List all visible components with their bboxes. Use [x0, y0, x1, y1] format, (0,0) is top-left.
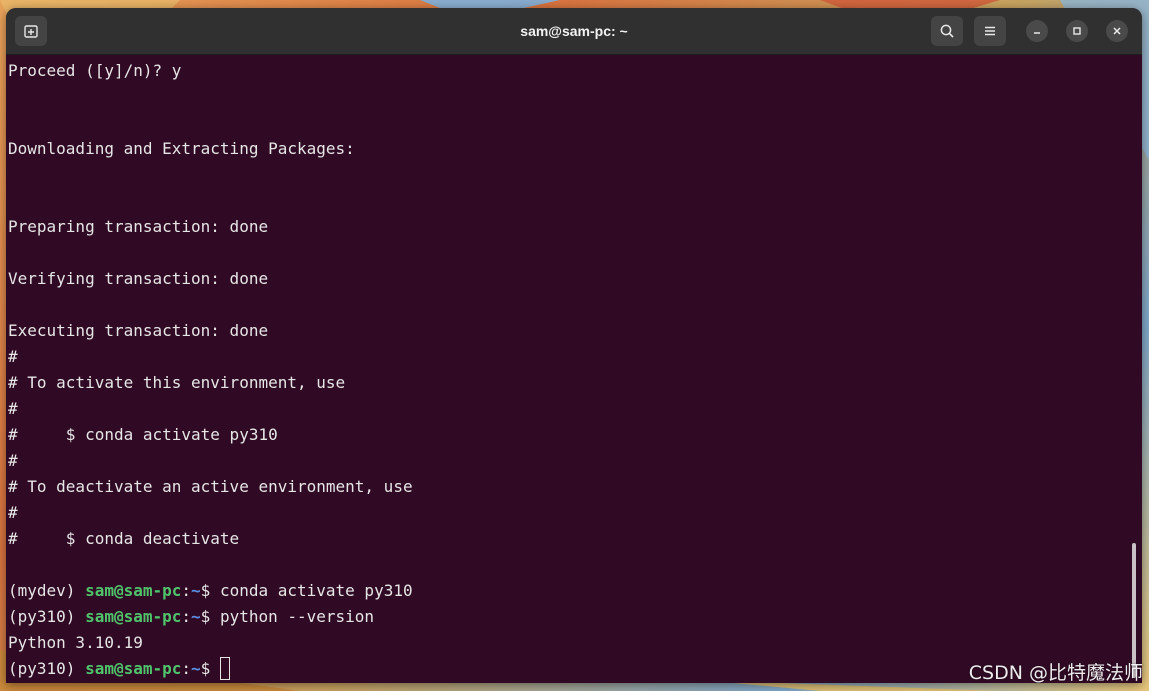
- prompt-env: (py310): [8, 607, 86, 626]
- prompt-symbol: $: [200, 659, 220, 678]
- prompt-line: (py310) sam@sam-pc:~$ python --version: [8, 604, 374, 630]
- menu-button[interactable]: [974, 16, 1006, 46]
- close-button[interactable]: [1106, 20, 1128, 42]
- prompt-symbol: $: [200, 581, 220, 600]
- window-title: sam@sam-pc: ~: [520, 23, 628, 39]
- search-icon: [940, 24, 954, 38]
- terminal-line: Preparing transaction: done: [8, 217, 269, 236]
- prompt-user: sam@sam-pc: [85, 581, 182, 600]
- terminal-line: Proceed ([y]/n)? y: [8, 61, 182, 80]
- maximize-icon: [1073, 27, 1081, 35]
- prompt-path: ~: [191, 659, 201, 678]
- prompt-line: (mydev) sam@sam-pc:~$ conda activate py3…: [8, 578, 413, 604]
- terminal-line: # $ conda activate py310: [8, 425, 278, 444]
- prompt-separator: :: [181, 581, 192, 600]
- prompt-user: sam@sam-pc: [85, 607, 182, 626]
- prompt-path: ~: [191, 581, 201, 600]
- titlebar: sam@sam-pc: ~: [6, 8, 1142, 55]
- terminal-line: Executing transaction: done: [8, 321, 269, 340]
- minimize-icon: [1034, 32, 1040, 34]
- prompt-user: sam@sam-pc: [85, 659, 182, 678]
- terminal-line: #: [8, 451, 18, 470]
- terminal-line: Downloading and Extracting Packages:: [8, 139, 355, 158]
- prompt-symbol: $: [200, 607, 220, 626]
- terminal-line: # To activate this environment, use: [8, 373, 346, 392]
- prompt-env: (mydev): [8, 581, 86, 600]
- search-button[interactable]: [931, 16, 963, 46]
- terminal-output[interactable]: Proceed ([y]/n)? y Downloading and Extra…: [8, 58, 1142, 683]
- terminal-line: #: [8, 347, 18, 366]
- prompt-path: ~: [191, 607, 201, 626]
- prompt-command: conda activate py310: [219, 581, 413, 600]
- terminal-line: # $ conda deactivate: [8, 529, 240, 548]
- prompt-command: python --version: [219, 607, 375, 626]
- minimize-button[interactable]: [1026, 20, 1048, 42]
- prompt-separator: :: [181, 659, 192, 678]
- command-output: Python 3.10.19: [8, 633, 143, 652]
- maximize-button[interactable]: [1066, 20, 1088, 42]
- terminal-window: sam@sam-pc: ~ Proceed ([y]/n)? y Downloa…: [6, 8, 1142, 683]
- terminal-line: # To deactivate an active environment, u…: [8, 477, 413, 496]
- close-icon: [1113, 27, 1121, 35]
- prompt-env: (py310): [8, 659, 86, 678]
- terminal-line: #: [8, 399, 18, 418]
- current-prompt-line[interactable]: (py310) sam@sam-pc:~$: [8, 656, 230, 682]
- watermark: CSDN @比特魔法师: [968, 662, 1143, 684]
- terminal-line: Verifying transaction: done: [8, 269, 269, 288]
- terminal-line: #: [8, 503, 18, 522]
- text-cursor: [219, 656, 230, 680]
- hamburger-menu-icon: [985, 26, 995, 36]
- prompt-separator: :: [181, 607, 192, 626]
